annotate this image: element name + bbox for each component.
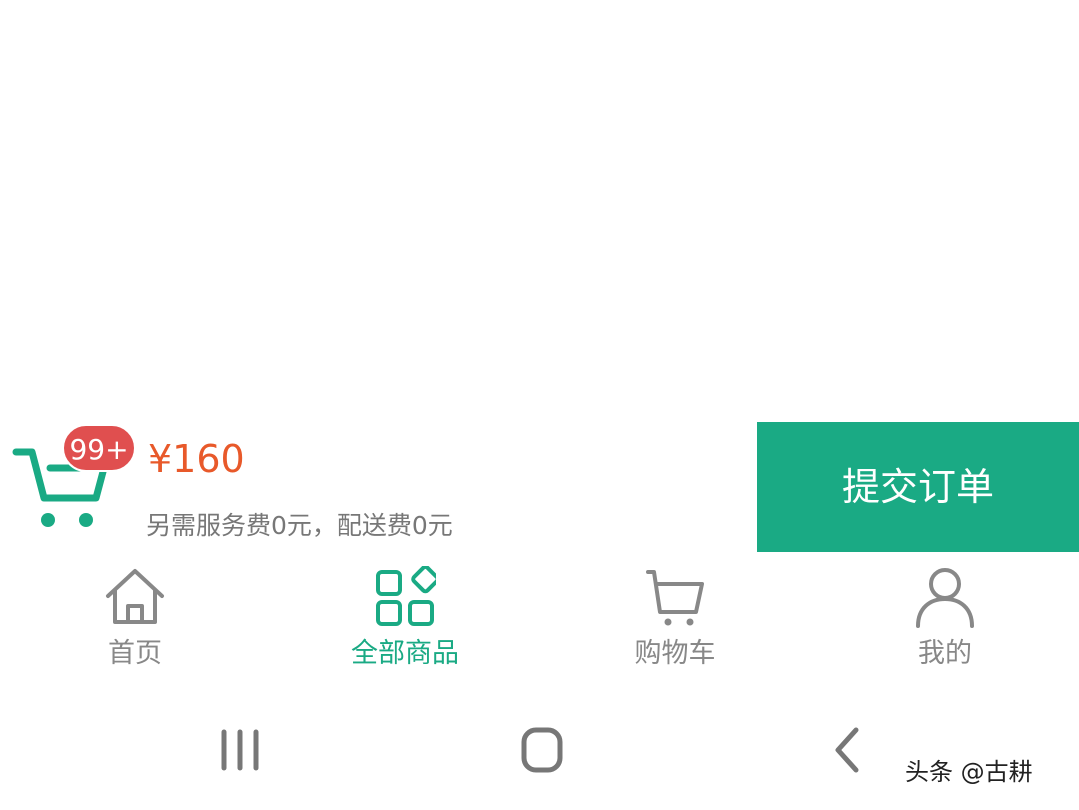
back-button[interactable] [806,722,886,778]
tab-label: 首页 [108,638,162,669]
recent-apps-button[interactable] [200,722,280,778]
back-icon [835,727,859,773]
fee-note: 另需服务费0元，配送费0元 [146,511,453,540]
tab-home[interactable]: 首页 [0,556,270,686]
submit-order-button[interactable]: 提交订单 [757,422,1079,552]
cart-count-badge: 99+ [62,424,136,472]
tab-bar: 首页 全部商品 购物车 我的 [0,556,1079,686]
tab-all-products[interactable]: 全部商品 [270,556,540,686]
grid-icon [376,566,436,626]
tab-mine[interactable]: 我的 [810,556,1079,686]
tab-label: 全部商品 [351,638,459,669]
home-icon [106,569,164,624]
user-icon [916,568,974,628]
tab-cart[interactable]: 购物车 [540,556,810,686]
home-button-icon [521,727,563,773]
tab-label: 购物车 [634,638,716,669]
cart-outline-icon [646,570,704,626]
tab-label: 我的 [918,638,972,669]
content-area [0,0,1079,422]
watermark: 头条 @古耕 [905,758,1033,786]
home-button[interactable] [502,722,582,778]
total-price: ¥160 [148,437,245,481]
recent-apps-icon [221,729,259,771]
